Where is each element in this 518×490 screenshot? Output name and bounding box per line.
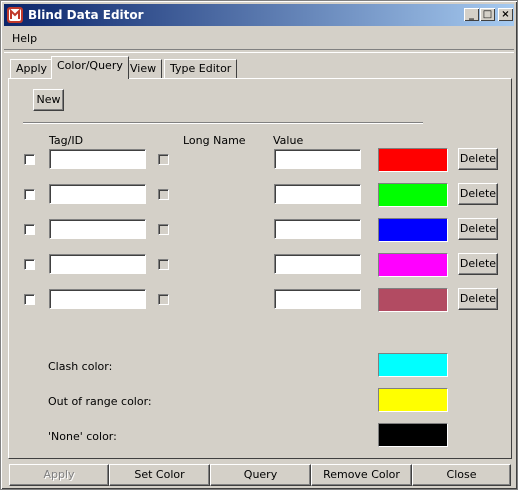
apply-button[interactable]: Apply — [9, 464, 109, 486]
tag-id-input[interactable] — [49, 184, 146, 204]
row-select-checkbox[interactable] — [24, 294, 35, 305]
new-button[interactable]: New — [33, 89, 64, 111]
long-name-header: Long Name — [183, 134, 246, 147]
value-input[interactable] — [274, 219, 361, 239]
color-swatch-green[interactable] — [378, 183, 448, 207]
tab-color-query[interactable]: Color/Query — [51, 56, 129, 79]
blind-data-editor-window: Blind Data Editor _ □ × Help Apply Color… — [0, 0, 518, 490]
query-button[interactable]: Query — [210, 464, 311, 486]
value-input[interactable] — [274, 254, 361, 274]
clash-color-swatch[interactable] — [378, 353, 448, 377]
color-swatch-mauve[interactable] — [378, 288, 448, 312]
long-name-checkbox[interactable] — [158, 189, 169, 200]
remove-color-button[interactable]: Remove Color — [311, 464, 412, 486]
tag-id-input[interactable] — [49, 289, 146, 309]
tag-id-header: Tag/ID — [49, 134, 84, 147]
tag-id-input[interactable] — [49, 254, 146, 274]
tab-view[interactable]: View — [124, 59, 163, 78]
menu-separator — [4, 49, 514, 53]
out-of-range-color-label: Out of range color: — [48, 395, 152, 408]
bottom-button-bar: Apply Set Color Query Remove Color Close — [9, 464, 511, 486]
close-window-button[interactable]: × — [498, 8, 513, 21]
title-bar[interactable]: Blind Data Editor _ □ × — [4, 4, 514, 26]
value-input[interactable] — [274, 149, 361, 169]
delete-button[interactable]: Delete — [458, 218, 498, 240]
none-color-swatch[interactable] — [378, 423, 448, 447]
window-title: Blind Data Editor — [28, 8, 144, 22]
maximize-button[interactable]: □ — [480, 8, 495, 21]
delete-button[interactable]: Delete — [458, 288, 498, 310]
color-swatch-blue[interactable] — [378, 218, 448, 242]
panel-separator — [23, 122, 423, 124]
value-input[interactable] — [274, 289, 361, 309]
close-button[interactable]: Close — [412, 464, 511, 486]
row-select-checkbox[interactable] — [24, 189, 35, 200]
maya-app-icon — [7, 7, 23, 23]
menu-help[interactable]: Help — [12, 32, 37, 45]
tag-id-input[interactable] — [49, 149, 146, 169]
delete-button[interactable]: Delete — [458, 253, 498, 275]
long-name-checkbox[interactable] — [158, 259, 169, 270]
value-header: Value — [273, 134, 304, 147]
color-swatch-red[interactable] — [378, 148, 448, 172]
minimize-button[interactable]: _ — [464, 8, 479, 21]
delete-button[interactable]: Delete — [458, 183, 498, 205]
row-select-checkbox[interactable] — [24, 224, 35, 235]
out-of-range-color-swatch[interactable] — [378, 388, 448, 412]
tab-type-editor[interactable]: Type Editor — [164, 59, 238, 78]
row-select-checkbox[interactable] — [24, 154, 35, 165]
row-select-checkbox[interactable] — [24, 259, 35, 270]
menu-bar: Help — [4, 29, 514, 49]
tab-apply[interactable]: Apply — [10, 59, 54, 78]
clash-color-label: Clash color: — [48, 360, 113, 373]
long-name-checkbox[interactable] — [158, 294, 169, 305]
long-name-checkbox[interactable] — [158, 154, 169, 165]
long-name-checkbox[interactable] — [158, 224, 169, 235]
value-input[interactable] — [274, 184, 361, 204]
color-swatch-magenta[interactable] — [378, 253, 448, 277]
set-color-button[interactable]: Set Color — [109, 464, 210, 486]
delete-button[interactable]: Delete — [458, 148, 498, 170]
none-color-label: 'None' color: — [48, 430, 117, 443]
tag-id-input[interactable] — [49, 219, 146, 239]
